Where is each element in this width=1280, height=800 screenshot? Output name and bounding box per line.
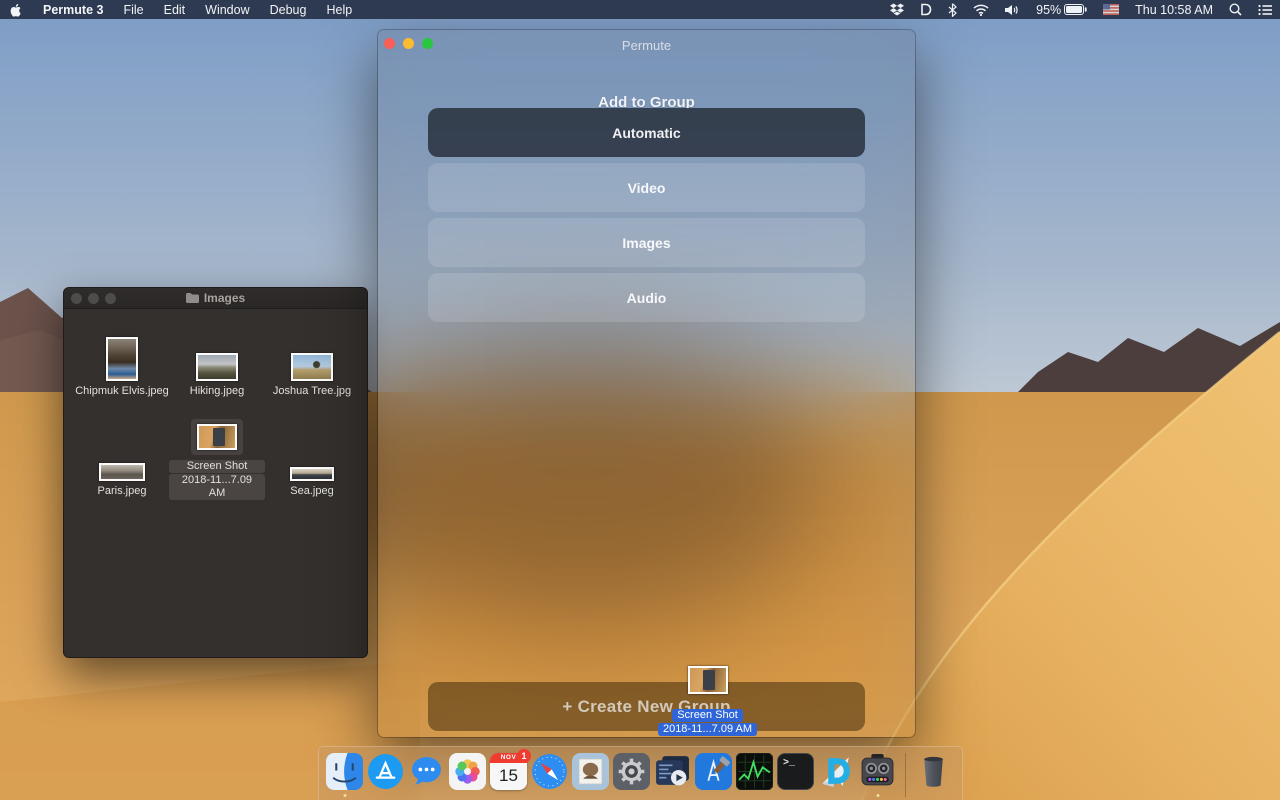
- finder-minimize-button[interactable]: [88, 293, 99, 304]
- file-thumbnail: [106, 337, 138, 381]
- terminal-icon-body: >_: [777, 753, 814, 790]
- file-sea[interactable]: Sea.jpeg: [264, 427, 360, 498]
- file-thumbnail: [290, 467, 334, 481]
- menu-help[interactable]: Help: [316, 0, 362, 19]
- dock-permute-icon[interactable]: [859, 753, 896, 790]
- dock-messages-icon[interactable]: [408, 753, 445, 790]
- file-name: Sea.jpeg: [290, 485, 333, 498]
- dock-photos-icon[interactable]: [449, 753, 486, 790]
- group-images-button[interactable]: Images: [428, 218, 865, 267]
- dock-trash-icon[interactable]: [915, 753, 952, 790]
- menu-edit[interactable]: Edit: [154, 0, 196, 19]
- dock-mail-icon[interactable]: [572, 753, 609, 790]
- file-name: Chipmuk Elvis.jpeg: [75, 385, 169, 398]
- group-audio-button[interactable]: Audio: [428, 273, 865, 322]
- menu-bar-status: 95% Thu 10:58 AM: [882, 0, 1280, 19]
- calendar-day-label: 15: [490, 763, 527, 789]
- dash-menu-icon[interactable]: [912, 0, 940, 19]
- permute-minimize-button[interactable]: [403, 38, 414, 49]
- finder-files-area: Chipmuk Elvis.jpeg Hiking.jpeg Joshua Tr…: [64, 309, 367, 657]
- permute-close-button[interactable]: [384, 38, 395, 49]
- menu-app-name[interactable]: Permute 3: [33, 0, 113, 19]
- battery-percent-label: 95%: [1036, 3, 1061, 17]
- permute-zoom-button[interactable]: [422, 38, 433, 49]
- file-thumbnail: [99, 463, 145, 481]
- group-list: Automatic Video Images Audio: [428, 108, 865, 328]
- desktop: Permute 3 File Edit Window Debug Help: [0, 0, 1280, 800]
- file-thumbnail: [197, 424, 237, 450]
- volume-icon[interactable]: [997, 0, 1028, 19]
- permute-window: Permute Add to Group Automatic Video Ima…: [378, 30, 915, 737]
- file-name: Joshua Tree.jpg: [273, 385, 351, 398]
- file-name-line2: 2018-11...7.09 AM: [169, 474, 265, 500]
- file-hiking[interactable]: Hiking.jpeg: [169, 327, 265, 398]
- permute-window-title: Permute: [622, 38, 671, 53]
- file-paris[interactable]: Paris.jpeg: [74, 427, 170, 498]
- folder-icon: [186, 293, 199, 303]
- dropbox-menu-icon[interactable]: [882, 0, 912, 19]
- menu-window[interactable]: Window: [195, 0, 259, 19]
- dock-dash-icon[interactable]: [818, 753, 855, 790]
- menu-file[interactable]: File: [113, 0, 153, 19]
- file-name: Screen Shot 2018-11...7.09 AM: [169, 459, 265, 500]
- dock-system-preferences-icon[interactable]: [613, 753, 650, 790]
- finder-titlebar[interactable]: Images: [64, 288, 367, 309]
- notification-center-icon[interactable]: [1250, 0, 1280, 19]
- dock-script-editor-icon[interactable]: [654, 753, 691, 790]
- finder-window: Images Chipmuk Elvis.jpeg Hiking.jpeg Jo…: [63, 287, 368, 658]
- dock-activity-monitor-icon[interactable]: [736, 753, 773, 790]
- group-automatic-button[interactable]: Automatic: [428, 108, 865, 157]
- file-thumbnail: [291, 353, 333, 381]
- apple-menu[interactable]: [0, 0, 33, 19]
- file-name: Hiking.jpeg: [190, 385, 244, 398]
- dock-xcode-icon[interactable]: [695, 753, 732, 790]
- file-joshua-tree[interactable]: Joshua Tree.jpg: [264, 327, 360, 398]
- input-source-flag-icon[interactable]: [1095, 0, 1127, 19]
- dock-terminal-icon[interactable]: >_: [777, 753, 814, 790]
- file-thumbnail: [196, 353, 238, 381]
- dock-separator: [905, 753, 906, 797]
- finder-window-title: Images: [186, 291, 245, 305]
- permute-titlebar[interactable]: Permute: [378, 30, 915, 56]
- spotlight-icon[interactable]: [1221, 0, 1250, 19]
- apple-logo-icon: [10, 3, 23, 17]
- finder-zoom-button[interactable]: [105, 293, 116, 304]
- menu-debug[interactable]: Debug: [260, 0, 317, 19]
- bluetooth-icon[interactable]: [940, 0, 965, 19]
- menu-bar-left: Permute 3 File Edit Window Debug Help: [0, 0, 362, 19]
- finder-title-text: Images: [204, 291, 245, 305]
- finder-running-indicator: [343, 794, 346, 797]
- file-name-line1: Screen Shot: [169, 460, 265, 473]
- dock-app-store-icon[interactable]: [367, 753, 404, 790]
- file-screen-shot-selected[interactable]: Screen Shot 2018-11...7.09 AM: [169, 419, 265, 500]
- file-name: Paris.jpeg: [98, 485, 147, 498]
- group-video-button[interactable]: Video: [428, 163, 865, 212]
- calendar-notification-badge: 1: [517, 749, 531, 763]
- finder-close-button[interactable]: [71, 293, 82, 304]
- create-new-group-button[interactable]: + Create New Group: [428, 682, 865, 731]
- selection-highlight: [191, 419, 243, 455]
- menu-clock[interactable]: Thu 10:58 AM: [1127, 0, 1221, 19]
- permute-running-indicator: [876, 794, 879, 797]
- battery-status[interactable]: 95%: [1028, 0, 1095, 19]
- wifi-icon[interactable]: [965, 0, 997, 19]
- dock-finder-icon[interactable]: [326, 753, 363, 790]
- dock-calendar-icon[interactable]: NOV 15 1: [490, 753, 527, 790]
- battery-icon: [1064, 4, 1087, 15]
- dock: NOV 15 1: [318, 746, 963, 800]
- menu-bar: Permute 3 File Edit Window Debug Help: [0, 0, 1280, 19]
- dock-safari-icon[interactable]: [531, 753, 568, 790]
- file-chipmuk-elvis[interactable]: Chipmuk Elvis.jpeg: [74, 327, 170, 398]
